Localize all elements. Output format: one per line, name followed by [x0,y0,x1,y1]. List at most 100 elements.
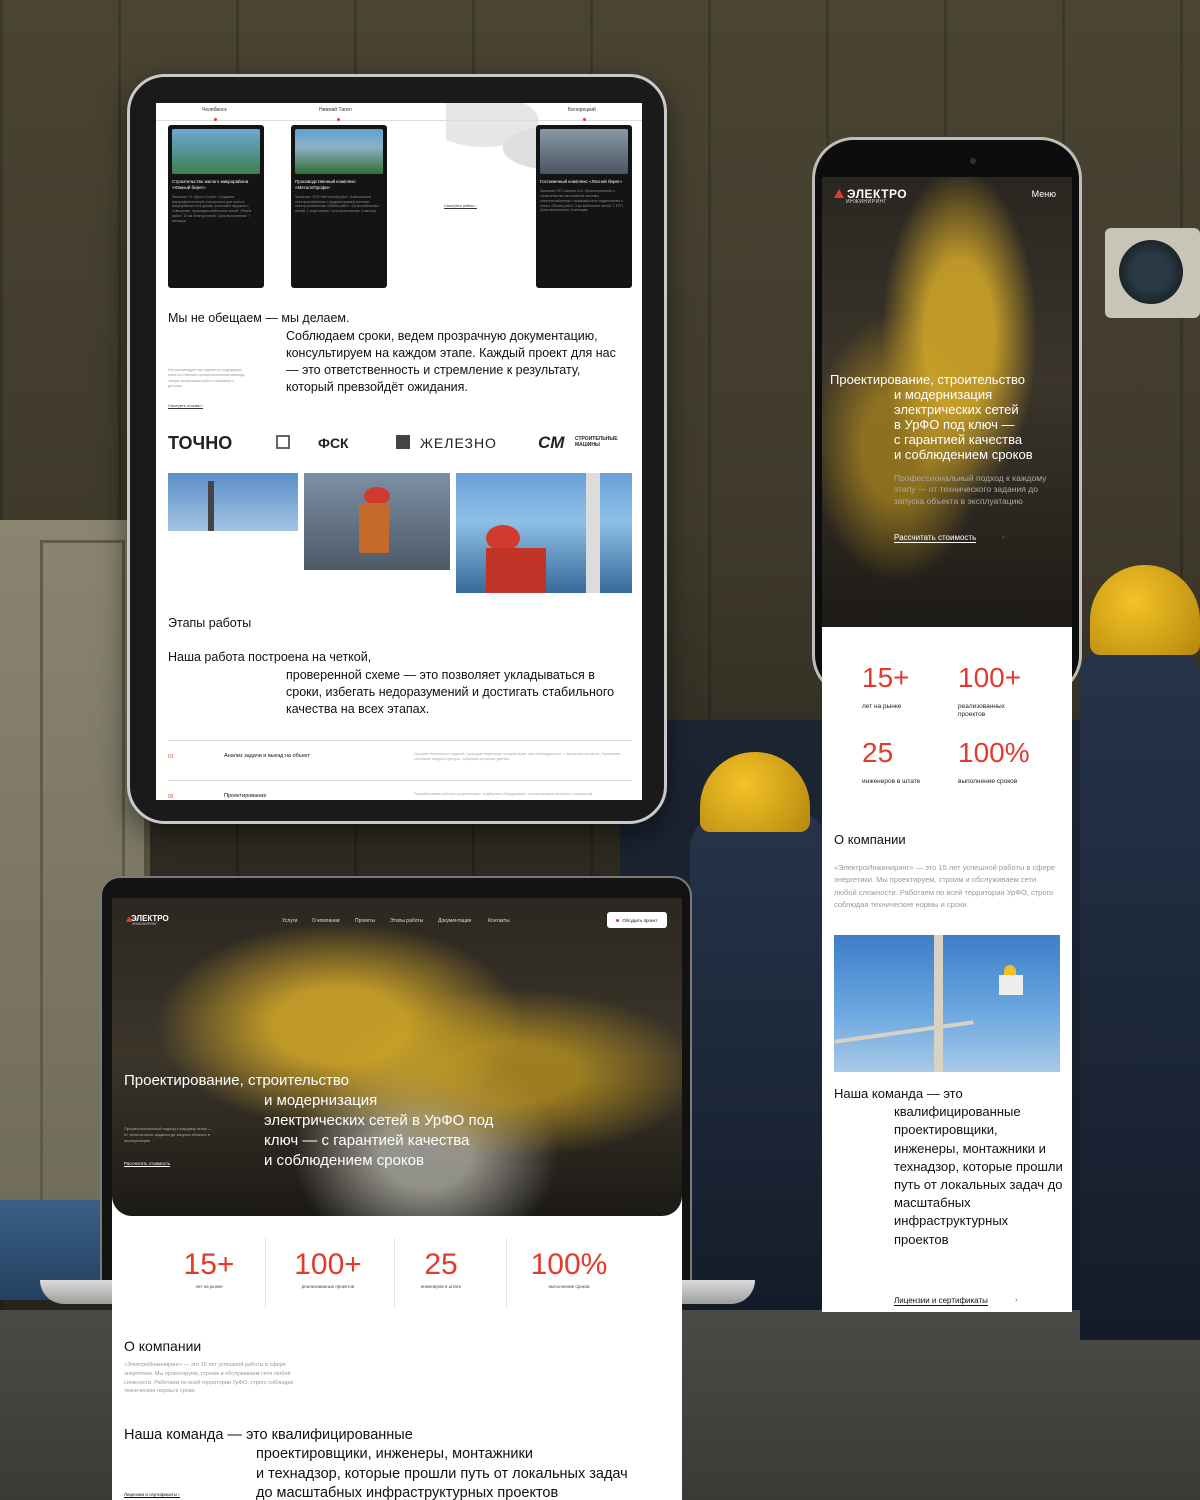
project-photo [540,129,628,174]
project-card[interactable]: Гостиничный комплекс «Лесной берег» Зака… [536,125,632,288]
stat-label: лет на рынке [862,703,902,710]
project-card[interactable]: Строительство жилого микрорайона «Южный … [168,125,264,288]
helmet-icon [1004,965,1016,975]
work-photo [304,473,450,570]
city-dot [214,118,217,121]
tagline-note: Нас рекомендуют как надежного подрядчика… [168,368,246,388]
hero-line: и соблюдением сроков [894,447,1033,463]
stat-label: реализованных проектов [958,703,1005,718]
divider [506,1238,507,1308]
stat-number: 25 [862,737,894,768]
logo-fsk: ФСК [318,435,349,451]
steps-title: Этапы работы [168,616,252,630]
camera-icon [970,158,976,164]
project-details: Заказчик: ГК «Диал-Строй». Создание расп… [172,194,252,224]
hero-line: электрических сетей [894,402,1019,418]
step-description: Изучаем техническое задание, проводим пе… [414,752,621,762]
zhelezno-mark-icon [396,435,410,449]
signal-lamp [1105,228,1200,318]
work-photo [168,473,298,531]
hero-section: ЭЛЕКТРО ИНЖИНИРИНГ Меню Проектирование, … [822,177,1072,627]
client-logos: ТОЧНО ФСК ЖЕЛЕЗНО СМ СТРОИТЕЛЬНЫЕ МАШИНЫ [168,433,632,453]
logo-subtitle: ИНЖИНИРИНГ [132,922,158,926]
calculate-cost-link[interactable]: Рассчитать стоимость [894,533,977,543]
city-line: Челябинск Нижний Тагил Белорецкий [156,105,642,121]
logo-triangle-icon [834,189,844,198]
hero-line: и модернизация [264,1091,378,1109]
city-dot [337,118,340,121]
menu-button[interactable]: Меню [1032,189,1056,199]
button-label: Обсудить проект [622,917,658,923]
logo-zhelezno: ЖЕЛЕЗНО [420,435,497,451]
project-title: Гостиничный комплекс «Лесной берег» [540,179,623,184]
tagline-heading: Мы не обещаем — мы делаем. [168,311,350,325]
about-title: О компании [124,1338,202,1354]
city-label: Челябинск [202,107,227,113]
project-photo [172,129,260,174]
worker-right [1080,640,1200,1340]
step-number: 02 [168,794,174,800]
stat-number: 100+ [294,1248,362,1281]
pole-shape [934,935,943,1072]
stat-number: 15+ [183,1248,235,1281]
stat-label: инженеров в штате [420,1284,462,1289]
qr-logo-icon [276,435,290,449]
team-line: и технадзор, которые прошли путь от лока… [256,1465,628,1482]
hero-heading: Проектирование, строительство и модерниз… [124,1071,544,1171]
hero-line: с гарантией качества [894,432,1023,448]
worker-shape [359,503,389,553]
nav-about[interactable]: О компании [312,918,340,924]
step-name: Проектирование [224,793,267,799]
nav-services[interactable]: Услуги [282,918,297,924]
work-photo [456,473,632,593]
stat-number: 100% [958,737,1030,768]
linemen-photo [834,935,1060,1072]
nav-stages[interactable]: Этапы работы [390,918,423,924]
logo-sm: СМ [538,433,565,452]
tower-shape [208,481,214,531]
step-row[interactable]: 01 Анализ задачи и выезд на объект Изуча… [168,740,632,764]
step-number: 01 [168,754,174,760]
team-line: проектировщики, инженеры, монтажники [256,1446,533,1463]
hero-line: Проектирование, строительство [124,1072,350,1089]
nav-projects[interactable]: Проекты [355,918,375,924]
pole-shape [586,473,600,593]
discuss-project-button[interactable]: Обсудить проект [607,912,667,928]
stat-label: выполнение сроков [548,1284,590,1289]
divider [265,1238,266,1308]
hero-line: и соблюдением сроков [264,1151,424,1169]
logo-sm-caption: СТРОИТЕЛЬНЫЕ МАШИНЫ [575,436,618,448]
project-title: Производственный комплекс «МеталлПрофи» [295,179,356,190]
project-details: Заказчик: ИП Сазонов А.В. Проектирование… [540,188,624,213]
calculate-cost-link[interactable]: Рассчитать стоимость [124,1161,171,1167]
tagline-body: Соблюдаем сроки, ведем прозрачную докуме… [286,329,616,394]
about-title: О компании [834,832,906,847]
hero-line: Проектирование, строительство [830,372,1026,387]
stat-label: реализованных проектов [301,1284,355,1289]
hero-section: ЭЛЕКТРО ИНЖИНИРИНГ Услуги О компании Про… [112,898,682,1216]
stat-label: инженеров в штате [862,778,921,785]
hero-line: и модернизация [894,387,993,403]
step-row[interactable]: 02 Проектирование Разрабатываем рабочую … [168,780,632,800]
bucket-shape [999,975,1023,995]
project-card[interactable]: Производственный комплекс «МеталлПрофи» … [291,125,387,288]
project-photo [295,129,383,174]
nav-contacts[interactable]: Контакты [488,918,510,924]
stat: 25 инженеров в штате [408,1248,474,1289]
steps-heading: Наша работа построена на четкой, [168,650,372,664]
stat-number: 15+ [862,662,910,693]
stat-number: 100% [530,1248,608,1281]
see-cases-link[interactable]: Смотреть кейсы › [444,203,477,209]
about-text: «ЭлектроИнжиниринг» — это 15 лет успешно… [834,863,1055,910]
reviews-link[interactable]: Смотреть отзывы › [168,403,204,409]
phone-screen: ЭЛЕКТРО ИНЖИНИРИНГ Меню Проектирование, … [822,177,1072,1312]
nav-docs[interactable]: Документация [438,918,471,924]
divider [394,1238,395,1308]
licenses-link[interactable]: Лицензии и сертификаты › [124,1492,180,1498]
worker-shape [486,548,546,593]
stat: 15+ лет на рынке [174,1248,244,1289]
logo-subtitle: ИНЖИНИРИНГ [846,199,887,205]
stat-label: выполнение сроков [958,778,1018,785]
licenses-link[interactable]: Лицензии и сертификаты [894,1296,988,1306]
steps-body: проверенной схеме — это позволяет уклады… [286,668,615,716]
